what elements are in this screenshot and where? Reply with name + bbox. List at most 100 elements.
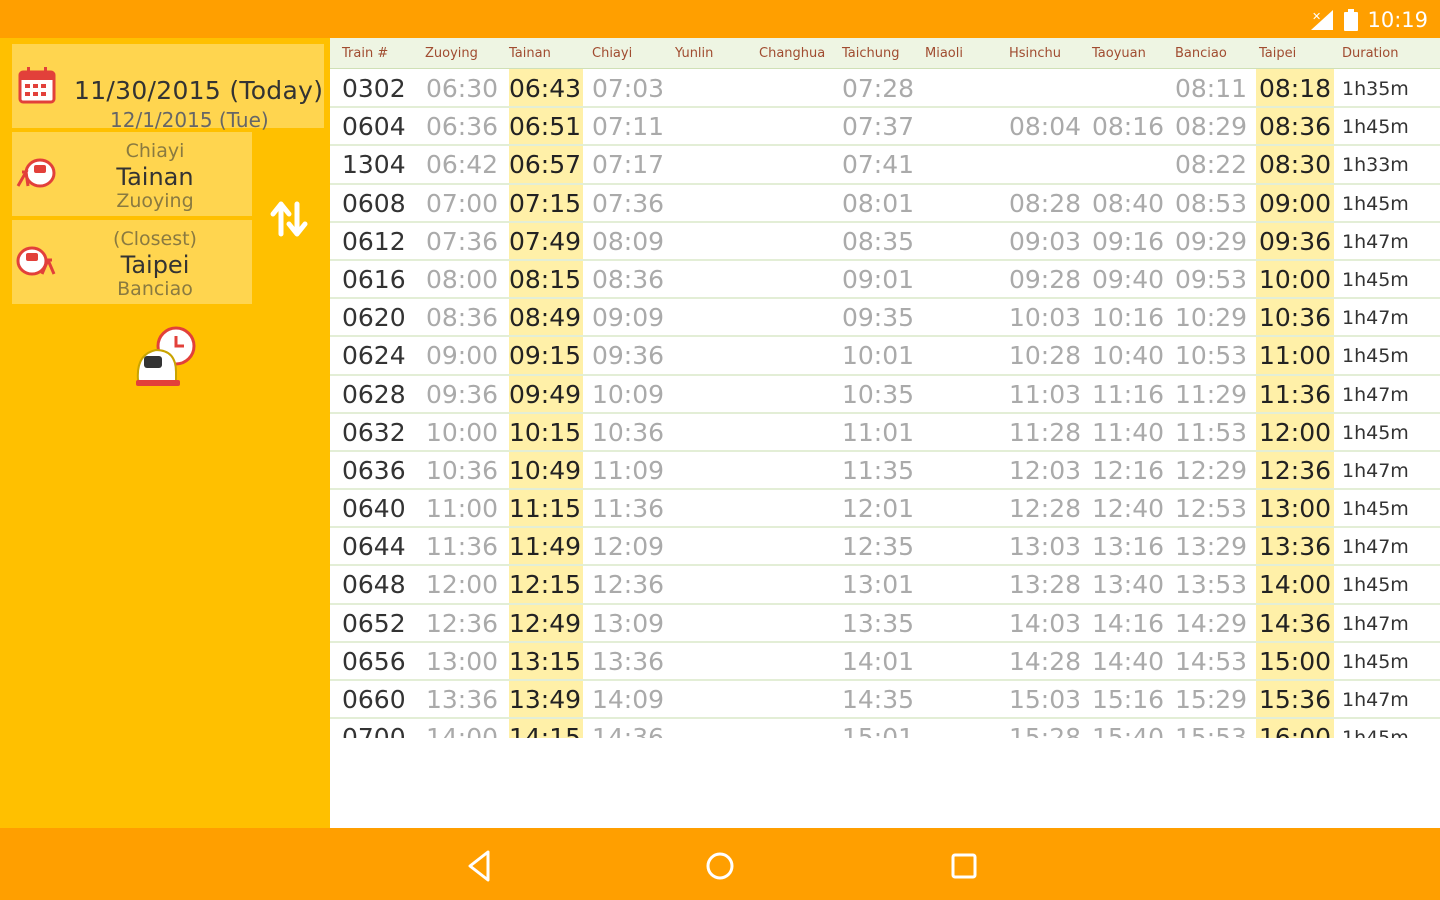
home-button[interactable] bbox=[700, 846, 740, 886]
home-circle-icon bbox=[700, 852, 740, 890]
cell-zuoying: 12:36 bbox=[426, 608, 499, 638]
cell-taoyuan: 15:16 bbox=[1092, 685, 1165, 714]
cell-taipei: 15:00 bbox=[1259, 646, 1332, 676]
cell-banciao: 09:29 bbox=[1175, 226, 1248, 256]
cell-zuoying: 11:36 bbox=[426, 532, 499, 562]
cell-taipei: 08:36 bbox=[1259, 112, 1332, 142]
cell-duration: 1h45m bbox=[1342, 498, 1409, 521]
cell-banciao: 11:29 bbox=[1175, 379, 1248, 409]
cell-duration: 1h47m bbox=[1342, 459, 1409, 482]
to-station-name: Taipei bbox=[120, 251, 190, 279]
cell-taichung: 13:35 bbox=[842, 608, 915, 638]
left-panel: 11/30/2015 (Today) 12/1/2015 (Tue) Chiay… bbox=[0, 38, 330, 828]
swap-stations-button[interactable] bbox=[268, 198, 310, 240]
cell-tainan: 12:15 bbox=[509, 570, 582, 600]
from-station-prev: Chiayi bbox=[125, 140, 185, 162]
cell-taoyuan: 09:40 bbox=[1092, 264, 1165, 294]
cell-taipei: 12:00 bbox=[1259, 417, 1332, 447]
table-row[interactable]: 0302 06:30 06:43 07:03 07:28 08:11 08:18… bbox=[330, 70, 1440, 109]
col-header-train: Train # bbox=[342, 46, 389, 61]
cell-train-number: 0302 bbox=[342, 74, 406, 103]
cell-hsinchu: 11:03 bbox=[1009, 379, 1082, 409]
cell-zuoying: 06:36 bbox=[426, 112, 499, 142]
table-row[interactable]: 0604 06:36 06:51 07:11 07:37 08:04 08:16… bbox=[330, 108, 1440, 147]
from-station-selector[interactable]: Chiayi Tainan Zuoying bbox=[12, 132, 252, 216]
table-row[interactable]: 0616 08:00 08:15 08:36 09:01 09:28 09:40… bbox=[330, 261, 1440, 300]
date-selector[interactable]: 11/30/2015 (Today) 12/1/2015 (Tue) bbox=[12, 44, 324, 132]
cell-chiayi: 14:36 bbox=[592, 723, 665, 738]
col-header-tainan: Tainan bbox=[509, 46, 551, 61]
cell-chiayi: 09:36 bbox=[592, 341, 665, 371]
cell-tainan: 13:15 bbox=[509, 646, 582, 676]
cell-banciao: 13:53 bbox=[1175, 570, 1248, 600]
cell-train-number: 0616 bbox=[342, 264, 406, 294]
col-header-yunlin: Yunlin bbox=[675, 46, 714, 61]
cell-duration: 1h45m bbox=[1342, 727, 1409, 738]
cell-duration: 1h45m bbox=[1342, 192, 1409, 215]
cell-train-number: 0632 bbox=[342, 417, 406, 447]
cell-duration: 1h45m bbox=[1342, 650, 1409, 673]
table-row[interactable]: 1304 06:42 06:57 07:17 07:41 08:22 08:30… bbox=[330, 146, 1440, 185]
cell-taipei: 13:00 bbox=[1259, 494, 1332, 524]
table-row[interactable]: 0612 07:36 07:49 08:09 08:35 09:03 09:16… bbox=[330, 223, 1440, 261]
cell-taichung: 09:01 bbox=[842, 264, 915, 294]
cell-zuoying: 07:00 bbox=[426, 188, 499, 218]
swap-arrows-icon bbox=[268, 201, 310, 244]
table-row[interactable]: 0700 14:00 14:15 14:36 15:01 15:28 15:40… bbox=[330, 719, 1440, 738]
cell-hsinchu: 11:28 bbox=[1009, 417, 1082, 447]
cell-chiayi: 07:03 bbox=[592, 74, 665, 103]
table-row[interactable]: 0640 11:00 11:15 11:36 12:01 12:28 12:40… bbox=[330, 490, 1440, 529]
cell-zuoying: 08:36 bbox=[426, 303, 499, 333]
timetable-button[interactable] bbox=[132, 324, 202, 390]
table-row[interactable]: 0644 11:36 11:49 12:09 12:35 13:03 13:16… bbox=[330, 528, 1440, 567]
cell-taichung: 10:01 bbox=[842, 341, 915, 371]
cell-taichung: 09:35 bbox=[842, 303, 915, 333]
cell-hsinchu: 08:04 bbox=[1009, 112, 1082, 142]
cell-taipei: 11:00 bbox=[1259, 341, 1332, 371]
cell-tainan: 06:43 bbox=[509, 74, 582, 103]
cell-train-number: 0624 bbox=[342, 341, 406, 371]
cell-taoyuan: 11:40 bbox=[1092, 417, 1165, 447]
table-row[interactable]: 0648 12:00 12:15 12:36 13:01 13:28 13:40… bbox=[330, 566, 1440, 605]
back-triangle-icon bbox=[460, 850, 500, 890]
column-header-row: Train # Zuoying Tainan Chiayi Yunlin Cha… bbox=[330, 38, 1440, 69]
cell-taipei: 15:36 bbox=[1259, 685, 1332, 714]
cell-duration: 1h35m bbox=[1342, 78, 1409, 100]
col-header-taichung: Taichung bbox=[842, 46, 900, 61]
cell-hsinchu: 12:03 bbox=[1009, 455, 1082, 485]
cell-tainan: 06:51 bbox=[509, 112, 582, 142]
cell-banciao: 15:53 bbox=[1175, 723, 1248, 738]
cell-hsinchu: 13:03 bbox=[1009, 532, 1082, 562]
cell-banciao: 14:29 bbox=[1175, 608, 1248, 638]
cell-tainan: 08:49 bbox=[509, 303, 582, 333]
cell-hsinchu: 15:28 bbox=[1009, 723, 1082, 738]
cell-train-number: 0612 bbox=[342, 226, 406, 256]
table-row[interactable]: 0632 10:00 10:15 10:36 11:01 11:28 11:40… bbox=[330, 414, 1440, 452]
table-row[interactable]: 0652 12:36 12:49 13:09 13:35 14:03 14:16… bbox=[330, 605, 1440, 643]
cell-taichung: 12:35 bbox=[842, 532, 915, 562]
back-button[interactable] bbox=[460, 846, 500, 886]
cell-zuoying: 13:36 bbox=[426, 685, 499, 714]
table-row[interactable]: 0660 13:36 13:49 14:09 14:35 15:03 15:16… bbox=[330, 681, 1440, 720]
cell-taichung: 12:01 bbox=[842, 494, 915, 524]
cell-duration: 1h45m bbox=[1342, 345, 1409, 368]
cell-taichung: 07:41 bbox=[842, 150, 915, 180]
cell-chiayi: 11:36 bbox=[592, 494, 665, 524]
table-row[interactable]: 0656 13:00 13:15 13:36 14:01 14:28 14:40… bbox=[330, 643, 1440, 681]
table-row[interactable]: 0624 09:00 09:15 09:36 10:01 10:28 10:40… bbox=[330, 337, 1440, 376]
cell-taoyuan: 12:40 bbox=[1092, 494, 1165, 524]
table-row[interactable]: 0608 07:00 07:15 07:36 08:01 08:28 08:40… bbox=[330, 185, 1440, 223]
cell-taichung: 07:28 bbox=[842, 74, 915, 103]
recents-button[interactable] bbox=[944, 846, 984, 886]
cell-taichung: 11:35 bbox=[842, 455, 915, 485]
table-row[interactable]: 0628 09:36 09:49 10:09 10:35 11:03 11:16… bbox=[330, 376, 1440, 414]
to-station-selector[interactable]: (Closest) Taipei Banciao bbox=[12, 220, 252, 304]
cell-taipei: 10:36 bbox=[1259, 303, 1332, 333]
status-time: 10:19 bbox=[1367, 8, 1428, 32]
cell-tainan: 06:57 bbox=[509, 150, 582, 180]
date-main: 11/30/2015 (Today) bbox=[74, 76, 324, 105]
table-row[interactable]: 0620 08:36 08:49 09:09 09:35 10:03 10:16… bbox=[330, 299, 1440, 338]
table-row[interactable]: 0636 10:36 10:49 11:09 11:35 12:03 12:16… bbox=[330, 452, 1440, 491]
col-header-zuoying: Zuoying bbox=[425, 46, 478, 61]
cell-banciao: 15:29 bbox=[1175, 685, 1248, 714]
